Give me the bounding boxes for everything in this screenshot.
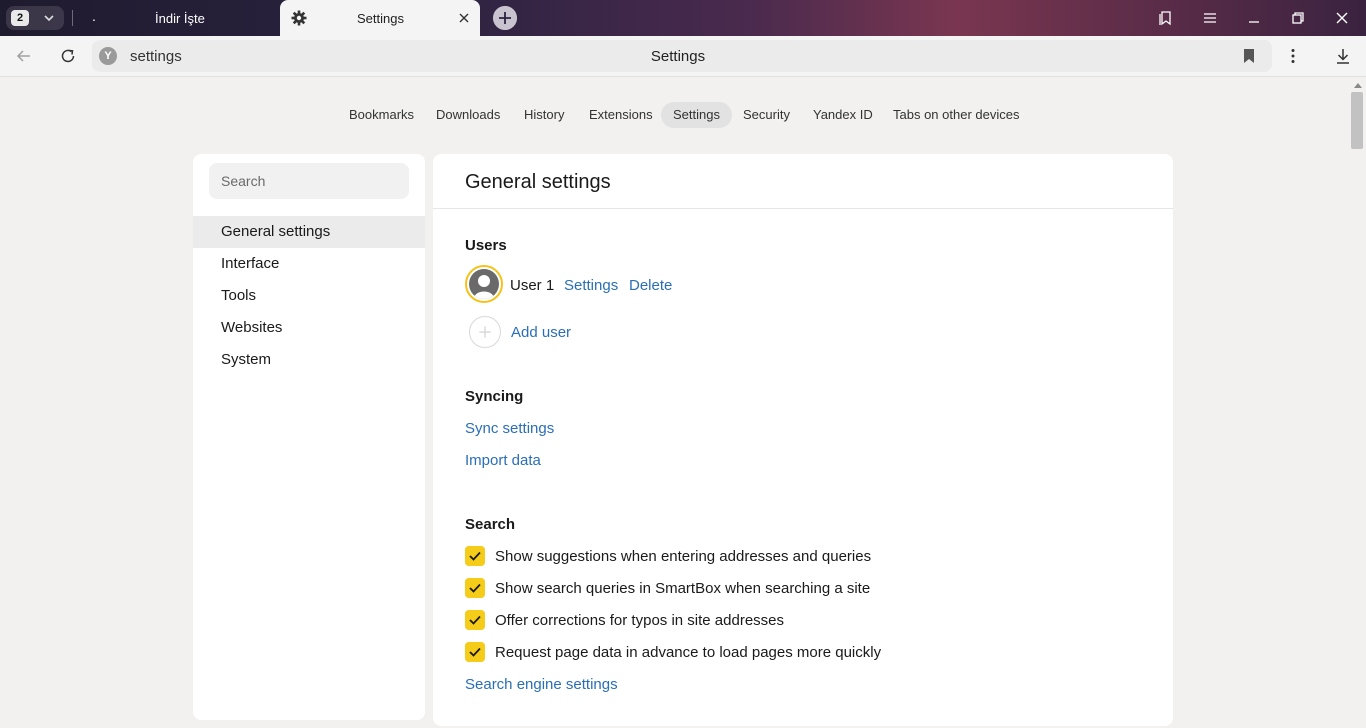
user-delete-link[interactable]: Delete [629,277,672,294]
user-settings-link[interactable]: Settings [564,277,618,294]
checkbox-checked-icon[interactable] [465,610,485,630]
scroll-up-arrow-icon[interactable] [1352,80,1364,90]
close-icon[interactable] [457,11,471,25]
topnav-security[interactable]: Security [731,102,802,128]
import-data-link[interactable]: Import data [465,452,541,469]
checkbox-checked-icon[interactable] [465,642,485,662]
tab-counter-button[interactable]: 2 [6,6,64,30]
new-tab-button[interactable] [493,6,517,30]
collections-icon[interactable] [1157,9,1175,27]
minimize-icon[interactable] [1245,9,1263,27]
sidebar-item-system[interactable]: System [193,344,425,376]
divider [433,208,1173,209]
sidebar-item-tools[interactable]: Tools [193,280,425,312]
reload-icon[interactable] [59,47,77,65]
users-heading: Users [465,237,507,254]
search-engine-settings-link[interactable]: Search engine settings [465,676,618,693]
menu-icon[interactable] [1201,9,1219,27]
option-label: Show search queries in SmartBox when sea… [495,580,871,597]
option-label: Show suggestions when entering addresses… [495,548,872,565]
download-icon[interactable] [1334,47,1352,65]
topnav-tabs-other-devices[interactable]: Tabs on other devices [881,102,1031,128]
chevron-down-icon [44,15,54,22]
gear-icon [291,10,307,26]
search-heading: Search [465,516,516,533]
tab-settings[interactable]: Settings [280,0,480,36]
checkbox-checked-icon[interactable] [465,578,485,598]
restore-icon[interactable] [1289,9,1307,27]
tab-indir-iste[interactable]: . İndir İşte [78,0,278,36]
option-label: Offer corrections for typos in site addr… [495,612,785,629]
user-silhouette-icon [469,269,499,299]
checkbox-checked-icon[interactable] [465,546,485,566]
topnav-bookmarks[interactable]: Bookmarks [337,102,426,128]
bookmark-icon[interactable] [1242,48,1256,64]
scrollbar-thumb[interactable] [1351,92,1363,149]
topnav-extensions[interactable]: Extensions [577,102,665,128]
option-label: Request page data in advance to load pag… [495,644,882,661]
tab-favicon: . [92,8,96,24]
sidebar-item-websites[interactable]: Websites [193,312,425,344]
user-avatar[interactable] [465,265,503,303]
settings-top-nav: Bookmarks Downloads History Extensions S… [0,102,1366,128]
user-name: User 1 [510,277,555,294]
topnav-downloads[interactable]: Downloads [424,102,512,128]
more-options-icon[interactable] [1284,47,1302,65]
tab-separator [72,10,73,26]
settings-sidebar: General settings Interface Tools Website… [193,154,425,720]
topnav-history[interactable]: History [512,102,576,128]
address-bar: Y settings Settings [0,36,1366,77]
tab-label: İndir İşte [155,11,205,26]
back-arrow-icon[interactable] [15,47,33,65]
page-title: Settings [650,48,706,65]
tab-count: 2 [11,10,29,26]
sync-settings-link[interactable]: Sync settings [465,420,554,437]
settings-search-input[interactable] [209,163,409,199]
sidebar-item-interface[interactable]: Interface [193,248,425,280]
add-user-link[interactable]: Add user [511,324,571,341]
topnav-settings[interactable]: Settings [661,102,732,128]
close-window-icon[interactable] [1333,9,1351,27]
tab-label: Settings [357,11,404,26]
topnav-yandex-id[interactable]: Yandex ID [801,102,885,128]
syncing-heading: Syncing [465,388,524,405]
settings-main-panel: General settings Users User 1 Settings D… [433,154,1173,726]
omnibox[interactable]: Y settings Settings [92,40,1272,72]
add-user-plus-icon[interactable] [469,316,501,348]
sidebar-item-general-settings[interactable]: General settings [193,216,425,248]
title-bar: 2 . İndir İşte Settings [0,0,1366,36]
section-title: General settings [465,171,611,193]
